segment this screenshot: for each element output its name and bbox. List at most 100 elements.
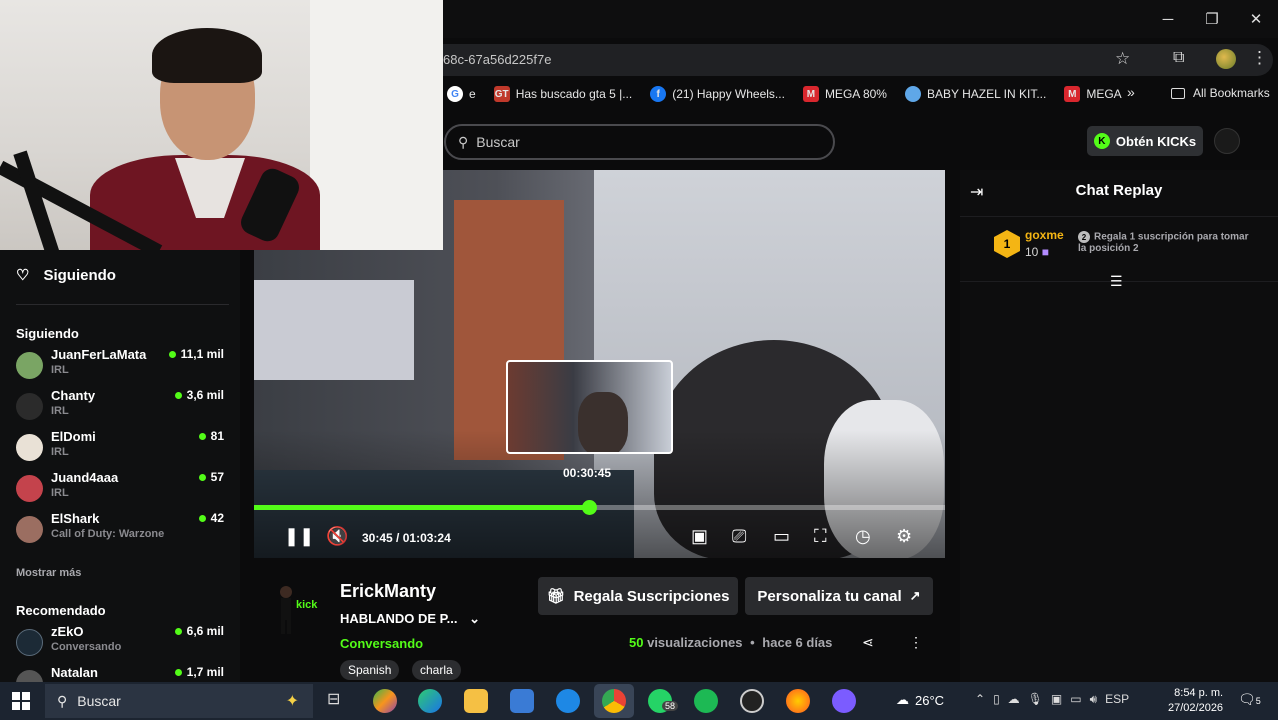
restore-button[interactable]: ❐ [1190, 0, 1234, 38]
bookmark-item[interactable]: BABY HAZEL IN KIT... [904, 86, 1046, 102]
gift-leaderboard[interactable]: 1 goxme 10 ■ 2 Regala 1 suscripción para … [994, 228, 1264, 278]
sidebar-channel[interactable]: ElShark Call of Duty: Warzone 42 [16, 510, 228, 550]
svg-text:kick: kick [296, 599, 318, 611]
bookmark-item[interactable]: M MEGA [1064, 86, 1122, 102]
file-explorer-icon[interactable] [464, 689, 488, 713]
viewer-count: 6,6 mil [174, 624, 224, 638]
notifications-icon[interactable]: 🗨︎5 [1238, 691, 1261, 708]
extensions-icon[interactable]: ⧉ [1173, 49, 1184, 67]
search-icon: ⚲ [458, 133, 469, 150]
volume-icon[interactable]: 🔊︎ [1090, 692, 1098, 707]
sidebar-channel[interactable]: JuanFerLaMata IRL 11,1 mil [16, 346, 228, 386]
tag-chip[interactable]: Spanish [340, 660, 400, 680]
avatar [16, 393, 43, 420]
profile-avatar-icon[interactable] [1216, 49, 1236, 69]
streamer-avatar[interactable]: kick [272, 578, 320, 638]
section-following-title: Siguiendo [16, 326, 79, 341]
close-button[interactable]: ✕ [1234, 0, 1278, 38]
kebab-menu-icon[interactable]: ⋮ [1251, 48, 1268, 68]
sidebar-channel[interactable]: ElDomi IRL 81 [16, 428, 228, 468]
copilot-icon[interactable] [373, 689, 397, 713]
bookmark-item[interactable]: GT Has buscado gta 5 |... [493, 86, 632, 102]
bookmark-label: MEGA [1086, 87, 1122, 101]
live-dot-icon [198, 473, 206, 481]
microphone-icon[interactable]: 🎙︎ [1028, 692, 1043, 707]
microsoft-store-icon[interactable] [510, 689, 534, 713]
viewer-count-text: 6,6 mil [186, 624, 224, 638]
more-bookmarks-chevron-icon[interactable]: » [1127, 84, 1135, 100]
following-header[interactable]: ♡ Siguiendo [16, 266, 116, 285]
tag-chip[interactable]: charla [412, 660, 461, 680]
theater-mode-icon[interactable]: ▭ [773, 526, 790, 547]
sidebar-divider [16, 304, 229, 305]
outlook-icon[interactable] [556, 689, 580, 713]
edge-icon[interactable] [418, 689, 442, 713]
mega-icon: M [1064, 86, 1081, 102]
bookmark-item[interactable]: f (21) Happy Wheels... [650, 86, 785, 102]
firefox-icon[interactable] [786, 689, 810, 713]
window-controls: ─ ❐ ✕ [1146, 0, 1278, 38]
clip-icon[interactable]: ⎚ [732, 526, 746, 547]
all-bookmarks-button[interactable]: All Bookmarks [1171, 86, 1270, 100]
pause-icon[interactable]: ❚❚ [284, 526, 314, 547]
viewer-count: 57 [198, 470, 224, 484]
app-icon[interactable] [740, 689, 764, 713]
gift-subs-button[interactable]: 🎁︎ Regala Suscripciones [538, 577, 738, 615]
playback-speed-icon[interactable]: ◷ [855, 526, 871, 547]
channel-category: Call of Duty: Warzone [51, 528, 165, 540]
channel-name: Natalan [51, 665, 98, 680]
bookmark-item[interactable]: M MEGA 80% [802, 86, 887, 102]
more-options-icon[interactable]: ⋮ [909, 634, 923, 651]
chat-title: Chat Replay [1075, 182, 1163, 199]
show-more-link[interactable]: Mostrar más [16, 567, 81, 579]
rank-2-badge: 2 [1078, 231, 1090, 243]
channel-name: Chanty [51, 388, 96, 403]
viewer-count: 1,7 mil [174, 665, 224, 679]
chrome-icon[interactable] [602, 689, 626, 713]
cloud-icon[interactable]: ☁ [1008, 692, 1020, 707]
expand-leaderboard-icon[interactable]: ☰ [1110, 273, 1123, 290]
discord-icon[interactable] [832, 689, 856, 713]
following-header-label: Siguiendo [43, 266, 116, 284]
address-bar[interactable]: 68c-67a56d225f7e ☆ ⧉ ⋮ [443, 44, 1273, 76]
share-icon[interactable]: ⋖ [862, 634, 874, 651]
stream-title[interactable]: HABLANDO DE P... ⌄ [340, 611, 480, 627]
live-dot-icon [168, 350, 176, 358]
spotify-icon[interactable] [694, 689, 718, 713]
clock-time: 8:54 p. m. [1174, 687, 1224, 699]
bookmark-item[interactable]: G e [447, 86, 476, 102]
clock[interactable]: 8:54 p. m. 27/02/2026 [1168, 686, 1223, 716]
sidebar-channel[interactable]: Chanty IRL 3,6 mil [16, 387, 228, 427]
language-indicator[interactable]: ESP [1105, 692, 1129, 707]
sidebar-channel[interactable]: Natalan 1,7 mil [16, 664, 228, 682]
search-input[interactable]: ⚲ Buscar [444, 124, 835, 160]
chevron-down-icon[interactable]: ⌄ [469, 611, 480, 626]
sidebar-channel[interactable]: zEkO Conversando 6,6 mil [16, 623, 228, 663]
minimize-button[interactable]: ─ [1146, 0, 1190, 38]
customize-channel-button[interactable]: Personaliza tu canal ↗ [745, 577, 933, 615]
settings-gear-icon[interactable]: ⚙ [896, 526, 912, 547]
live-dot-icon [198, 514, 206, 522]
network-icon[interactable]: ▭ [1070, 692, 1081, 707]
miniplayer-icon[interactable]: ▣ [691, 526, 708, 547]
bookmark-star-icon[interactable]: ☆ [1115, 49, 1130, 69]
get-kicks-button[interactable]: K Obtén KICKs [1087, 126, 1203, 156]
current-time: 30:45 [362, 531, 393, 545]
task-view-icon[interactable]: ⊟ [327, 689, 351, 713]
rank-badge: 1 [994, 230, 1020, 258]
posted-time: hace 6 días [762, 635, 833, 650]
sidebar-channel[interactable]: Juand4aaa IRL 57 [16, 469, 228, 509]
mute-icon[interactable]: 🔇 [326, 526, 348, 547]
fullscreen-icon[interactable]: ⛶ [814, 526, 827, 547]
stream-category[interactable]: Conversando [340, 636, 423, 651]
windows-start-icon[interactable] [12, 692, 30, 710]
tray-app-icon[interactable]: ▯ [993, 692, 1000, 707]
seek-bar[interactable] [254, 500, 945, 515]
taskbar-search-input[interactable]: ⚲ Buscar ✦ [45, 684, 313, 718]
url-text[interactable]: 68c-67a56d225f7e [443, 52, 551, 67]
streamer-name[interactable]: ErickManty [340, 581, 436, 602]
user-avatar[interactable] [1214, 128, 1240, 154]
weather-widget[interactable]: ☁ 26°C [896, 692, 944, 708]
tray-chevron-up-icon[interactable]: ⌃ [975, 692, 985, 707]
display-icon[interactable]: ▣ [1051, 692, 1062, 707]
